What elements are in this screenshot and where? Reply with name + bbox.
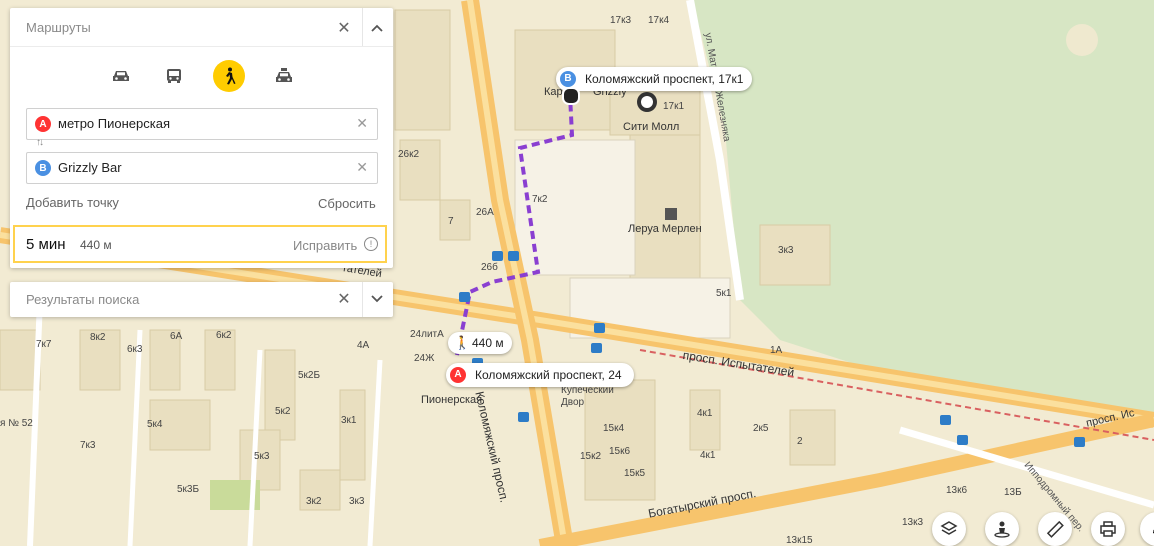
walk-distance-text: 440 м [472,336,504,350]
mode-walk-button[interactable] [213,60,245,92]
ruler-icon [1046,520,1064,538]
layers-icon [940,521,958,535]
divider [10,46,393,47]
clear-point-a-icon[interactable]: ✕ [356,115,368,132]
close-search-button[interactable]: ✕ [332,287,356,311]
marker-a-icon: A [450,367,466,383]
collapse-button[interactable] [365,16,389,40]
mode-taxi-button[interactable] [268,60,300,92]
chevron-down-icon [371,295,383,303]
divider [362,8,363,46]
panorama-button[interactable] [985,512,1019,546]
marker-b-icon: B [35,160,51,176]
bus-icon [167,69,181,83]
divider [362,282,363,317]
end-point-text: Коломяжский проспект, 17к1 [585,72,744,86]
close-icon: ✕ [337,291,351,308]
info-icon[interactable]: ! [364,237,378,251]
point-b-field[interactable]: B Grizzly Bar ✕ [26,152,378,184]
ruler-button[interactable] [1038,512,1072,546]
add-point-link[interactable]: Добавить точку [26,195,119,210]
reset-link[interactable]: Сбросить [318,196,376,211]
pedestrian-icon [226,67,236,85]
panorama-person-icon [994,521,1010,538]
print-button[interactable] [1091,512,1125,546]
end-point-label[interactable]: B Коломяжский проспект, 17к1 [556,67,753,91]
route-summary[interactable]: 5 мин 440 м Исправить ! [13,225,387,263]
clear-point-b-icon[interactable]: ✕ [356,159,368,176]
close-button[interactable]: ✕ [332,16,356,40]
route-time: 5 мин [26,236,66,253]
pedestrian-icon: 🚶 [454,335,471,350]
point-a-value: метро Пионерская [58,116,170,131]
walk-distance-label: 🚶 440 м [448,332,512,354]
marker-a-icon: A [35,116,51,132]
fix-route-link[interactable]: Исправить [293,238,357,253]
close-icon: ✕ [337,20,351,37]
taxi-icon [276,68,292,82]
point-a-field[interactable]: A метро Пионерская ✕ [26,108,378,140]
mode-car-button[interactable] [105,60,137,92]
expand-search-button[interactable] [365,287,389,311]
marker-b-icon: B [560,71,576,87]
start-point-label[interactable]: A Коломяжский проспект, 24 [446,363,634,387]
route-distance: 440 м [80,238,112,252]
destination-pin-icon[interactable] [562,87,580,105]
routes-panel: Маршруты ✕ A метро Пионерская ✕ ↑↓ B Gri… [10,8,393,268]
panel-title: Маршруты [26,20,91,35]
search-results-panel: Результаты поиска ✕ [10,282,393,317]
chevron-up-icon [371,24,383,32]
mode-bus-button[interactable] [158,60,190,92]
swap-points-icon[interactable]: ↑↓ [36,137,44,148]
layers-button[interactable] [932,512,966,546]
point-b-value: Grizzly Bar [58,160,122,175]
search-results-title: Результаты поиска [26,292,140,307]
start-point-text: Коломяжский проспект, 24 [475,368,622,382]
car-icon [113,71,129,81]
print-icon [1100,521,1116,537]
